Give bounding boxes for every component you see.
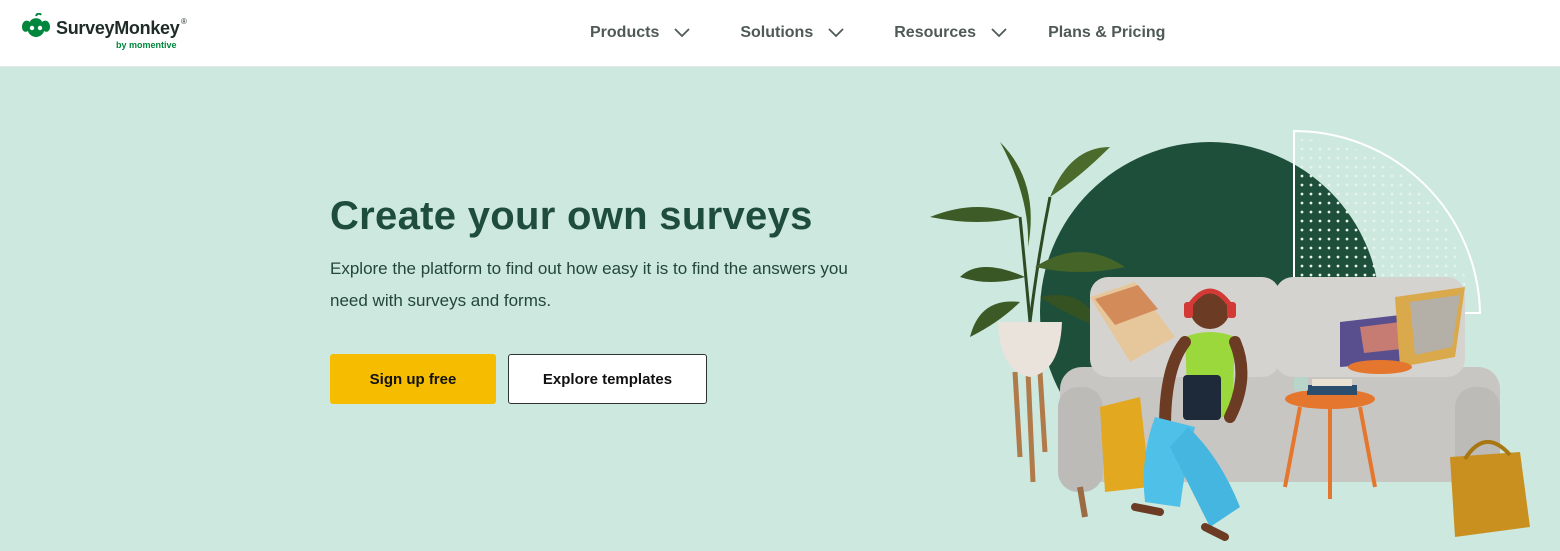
brand-trademark: ® — [181, 17, 187, 26]
sign-up-free-button[interactable]: Sign up free — [330, 354, 496, 404]
nav-solutions-label: Solutions — [740, 24, 814, 41]
nav-resources-label: Resources — [894, 24, 977, 41]
hero-title: Create your own surveys — [330, 194, 813, 238]
tote-bag — [1450, 439, 1530, 537]
chevron-down-icon — [991, 28, 1007, 38]
nav-products-label: Products — [590, 24, 660, 41]
surveymonkey-logo[interactable]: SurveyMonkey ® by momentive — [19, 13, 189, 53]
sofa — [1058, 277, 1500, 518]
explore-templates-button[interactable]: Explore templates — [508, 354, 707, 404]
nav-plans-pricing[interactable]: Plans & Pricing — [1048, 24, 1165, 42]
top-navigation-bar: SurveyMonkey ® by momentive Products Sol… — [0, 0, 1560, 67]
hero-subtitle: Explore the platform to find out how eas… — [330, 259, 848, 310]
hero-illustration — [930, 129, 1530, 541]
hero-section: Create your own surveys Explore the plat… — [0, 67, 1560, 551]
brand-name: SurveyMonkey — [56, 18, 180, 38]
chevron-down-icon — [828, 28, 844, 38]
nav-solutions[interactable]: Solutions — [740, 24, 845, 42]
nav-resources[interactable]: Resources — [894, 24, 1008, 42]
chevron-down-icon — [674, 28, 690, 38]
nav-plans-pricing-label: Plans & Pricing — [1048, 24, 1166, 41]
brand-byline: by momentive — [116, 40, 177, 50]
main-nav: Products Solutions Resources Plans & Pri… — [590, 0, 1165, 66]
surveymonkey-logo-icon — [22, 13, 50, 37]
nav-products[interactable]: Products — [590, 24, 691, 42]
